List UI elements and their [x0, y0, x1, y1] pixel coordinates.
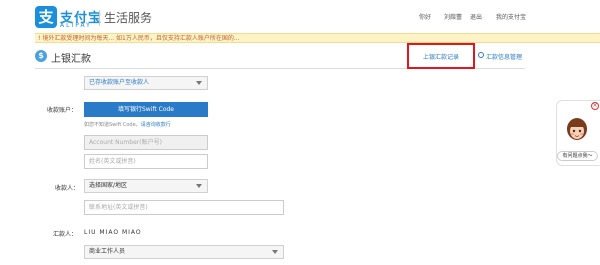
remitter-name: LIU MIAO MIAO — [84, 229, 142, 236]
swift-hint: 如您不知道Swift Code，请咨询收款行 — [84, 121, 171, 128]
account-name-input[interactable]: 姓名(英文或拼音) — [84, 154, 208, 169]
saved-account-select-value: 已存收款账户至收款人 — [89, 79, 150, 86]
manage-icon — [478, 52, 484, 58]
header-divider — [99, 10, 100, 26]
occupation-select[interactable]: 商业工作人员 — [84, 245, 284, 259]
receiving-account-label: 收款账户： — [47, 107, 78, 114]
mascot-icon[interactable] — [566, 116, 588, 142]
notice-bar: ! 境外汇款受理时间为每天... 如1万人民币，且仅支持汇款人账户所在国的... — [35, 33, 600, 43]
payee-address-input[interactable]: 联系地址(英文或拼音) — [84, 200, 284, 215]
country-select[interactable]: 选择国家/地区 — [84, 179, 208, 193]
payee-label: 收款人： — [55, 185, 80, 192]
saved-account-select[interactable]: 已存收款账户至收款人 — [84, 76, 208, 90]
chevron-down-icon — [272, 250, 278, 254]
chevron-down-icon — [196, 184, 202, 188]
help-widget-label[interactable]: 有问题点我～ — [557, 151, 598, 161]
logout-link[interactable]: 退出 — [470, 12, 482, 21]
chevron-down-icon — [196, 81, 202, 85]
occupation-select-value: 商业工作人员 — [89, 248, 126, 255]
alipay-logo-icon[interactable]: 支 — [35, 6, 57, 28]
service-title: 生活服务 — [104, 11, 153, 25]
remittance-info-manage-link[interactable]: 汇款信息管理 — [486, 52, 522, 61]
notice-prefix: ! — [38, 35, 41, 42]
swift-hint-link[interactable]: 请咨询收款行 — [141, 122, 171, 128]
country-select-value: 选择国家/地区 — [89, 182, 128, 189]
swift-hint-text: 如您不知道Swift Code， — [84, 122, 141, 128]
remitter-label: 汇款人： — [53, 231, 78, 238]
remittance-icon: $ — [35, 50, 47, 62]
swift-code-button[interactable]: 填写银行Swift Code — [84, 102, 208, 117]
greeting-text: 你好 — [419, 14, 432, 21]
brand-english: ALIPAY — [60, 22, 92, 29]
close-icon[interactable]: × — [591, 102, 599, 110]
username-link[interactable]: 刘葭蕾 — [444, 12, 462, 21]
remittance-history-link[interactable]: 上银汇款记录 — [423, 52, 459, 61]
account-number-input[interactable]: Account Number(账户号) — [84, 135, 208, 150]
notice-text: 境外汇款受理时间为每天... 如1万人民币，且仅支持汇款人账户所在国的... — [42, 35, 240, 42]
my-alipay-link[interactable]: 我的支付宝 — [496, 12, 526, 21]
page-title: 上银汇款 — [51, 54, 91, 65]
